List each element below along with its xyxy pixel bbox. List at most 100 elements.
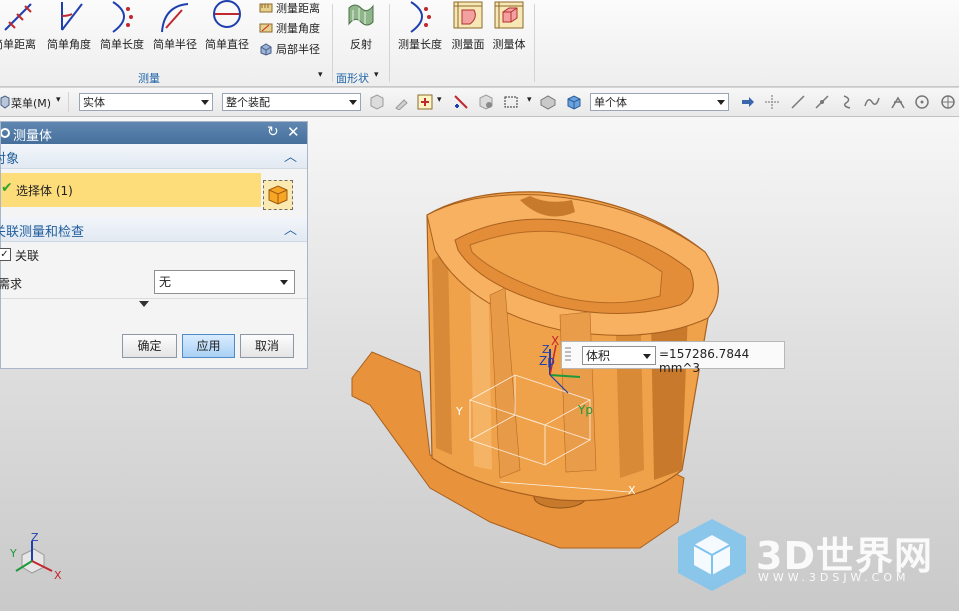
snap-curve-icon[interactable] (840, 94, 856, 110)
settings-gear-icon[interactable] (1, 127, 11, 139)
arrow-right-icon[interactable] (740, 94, 756, 110)
assembly-scope-select[interactable]: 整个装配 (222, 93, 361, 111)
section-assoc-title: 关联测量和检查 (0, 225, 85, 240)
close-icon[interactable]: ✕ (287, 123, 300, 141)
simple-angle-icon (61, 2, 83, 31)
measure-face-button[interactable]: 测量面 (449, 0, 487, 52)
measure-angle-label: 测量角度 (276, 22, 320, 35)
type-filter-select[interactable]: 实体 (79, 93, 213, 111)
measure-body-button[interactable]: 测量体 (490, 0, 528, 52)
reflect-icon (348, 4, 374, 26)
section-object-header[interactable]: 对象 ︿ (0, 144, 307, 169)
simple-distance-button[interactable]: 简单距离 (0, 0, 40, 52)
add-curve-icon[interactable] (453, 94, 469, 110)
snap-spline-icon[interactable] (864, 94, 880, 110)
local-radius-label: 局部半径 (276, 43, 320, 56)
simple-distance-icon (4, 3, 32, 31)
snap-grid-icon[interactable] (369, 94, 385, 110)
simple-diameter-icon (213, 0, 241, 28)
measure-length-label: 测量长度 (398, 38, 442, 51)
snap-center-icon[interactable] (914, 94, 930, 110)
select-face-dropdown-icon[interactable]: ▾ (437, 95, 442, 105)
simple-angle-label: 简单角度 (47, 38, 91, 51)
simple-length-label: 简单长度 (100, 38, 144, 51)
triad-z-label: Z (31, 531, 39, 544)
rect-select-dropdown-icon[interactable]: ▾ (527, 95, 532, 105)
assoc-checkbox[interactable]: ✓ (0, 248, 11, 261)
simple-length-icon (112, 1, 133, 33)
measure-distance-icon (259, 3, 273, 13)
body-rule-select[interactable]: 单个体 (590, 93, 729, 111)
local-radius-icon (260, 43, 272, 56)
requirement-select[interactable]: 无 (154, 270, 295, 294)
ribbon: 简单距离 简单角度 简单长度 简单半径 简单直径 测 (0, 0, 959, 87)
body-rule-value: 单个体 (594, 96, 627, 109)
section-assoc-header[interactable]: 关联测量和检查 ︿ (0, 217, 307, 242)
reflect-button[interactable]: 反射 (340, 0, 382, 52)
group-surface-launcher-icon[interactable]: ▾ (374, 70, 379, 80)
apply-button[interactable]: 应用 (182, 334, 235, 358)
selection-toolbar: 菜单(M) ▾ 实体 整个装配 ▾ ▾ 单个体 (0, 88, 959, 117)
simple-angle-button[interactable]: 简单角度 (46, 0, 92, 52)
watermark-url: WWW.3DSJW.COM (758, 571, 910, 584)
check-icon: ✔ (1, 180, 13, 196)
measure-face-label: 测量面 (451, 38, 485, 51)
triad-y-label: Y (10, 547, 17, 560)
measurement-result-box: 体积 =157286.7844 mm^3 (561, 341, 785, 375)
filter-pen-icon[interactable] (394, 94, 410, 110)
axis-x-label: X (551, 334, 560, 348)
measure-angle-item[interactable]: 测量角度 (259, 20, 320, 36)
assoc-label: 关联 (15, 249, 40, 263)
type-filter-value: 实体 (83, 96, 105, 109)
toolbar-separator (68, 92, 69, 112)
single-body-icon[interactable] (566, 94, 582, 110)
expand-triangle-icon[interactable] (139, 301, 149, 307)
local-radius-item[interactable]: 局部半径 (259, 41, 320, 57)
simple-radius-label: 简单半径 (153, 38, 197, 51)
snap-line-icon[interactable] (790, 94, 806, 110)
simple-radius-button[interactable]: 简单半径 (152, 0, 198, 52)
snap-point-icon[interactable] (764, 94, 780, 110)
feature-filter-icon[interactable] (478, 94, 494, 110)
triad-x-label: X (54, 569, 62, 582)
solid-body-icon (268, 185, 288, 205)
simple-diameter-button[interactable]: 简单直径 (204, 0, 250, 52)
measure-distance-item[interactable]: 测量距离 (259, 0, 320, 16)
result-type-value: 体积 (586, 349, 611, 363)
cancel-button[interactable]: 取消 (240, 334, 294, 358)
dialog-title-bar[interactable]: 测量体 ↻ ✕ (1, 122, 307, 144)
select-body-row[interactable]: ✔ 选择体 (1) (1, 173, 261, 207)
body-filter-icon[interactable] (540, 94, 556, 110)
collapse-chevron-icon[interactable]: ︿ (284, 219, 297, 238)
result-type-select[interactable]: 体积 (582, 346, 656, 365)
simple-length-button[interactable]: 简单长度 (98, 0, 146, 52)
reset-icon[interactable]: ↻ (267, 124, 279, 140)
snap-quadrant-icon[interactable] (940, 94, 956, 110)
ok-button[interactable]: 确定 (122, 334, 177, 358)
rect-select-icon[interactable] (503, 94, 519, 110)
axis-zp-label: Zp (539, 354, 555, 368)
collapse-chevron-icon[interactable]: ︿ (284, 146, 297, 165)
group-measure-launcher-icon[interactable]: ▾ (318, 70, 323, 80)
measure-body-icon (494, 1, 524, 29)
more-options-toggle[interactable] (1, 298, 307, 315)
dropdown-arrow-icon (349, 100, 357, 105)
select-face-icon[interactable] (417, 94, 433, 110)
menu-dropdown-icon[interactable]: ▾ (56, 95, 61, 105)
assoc-checkbox-row[interactable]: ✓ 关联 (0, 242, 307, 268)
measure-length-button[interactable]: 测量长度 (395, 0, 445, 52)
snap-intersection-icon[interactable] (890, 94, 906, 110)
axis-yp-label: Yp (578, 403, 593, 417)
requirement-value: 无 (159, 275, 172, 289)
axis-x-wire-label: X (628, 484, 636, 497)
select-body-label: 选择体 (1) (16, 184, 73, 198)
dropdown-arrow-icon (280, 280, 288, 285)
menu-icon (0, 95, 10, 109)
simple-diameter-label: 简单直径 (205, 38, 249, 51)
menu-button[interactable]: 菜单(M) (11, 95, 51, 111)
select-body-button[interactable] (263, 180, 293, 210)
measure-body-label: 测量体 (492, 38, 526, 51)
drag-handle-icon[interactable] (565, 347, 571, 363)
snap-midpoint-icon[interactable] (814, 94, 830, 110)
group-separator (534, 4, 535, 82)
